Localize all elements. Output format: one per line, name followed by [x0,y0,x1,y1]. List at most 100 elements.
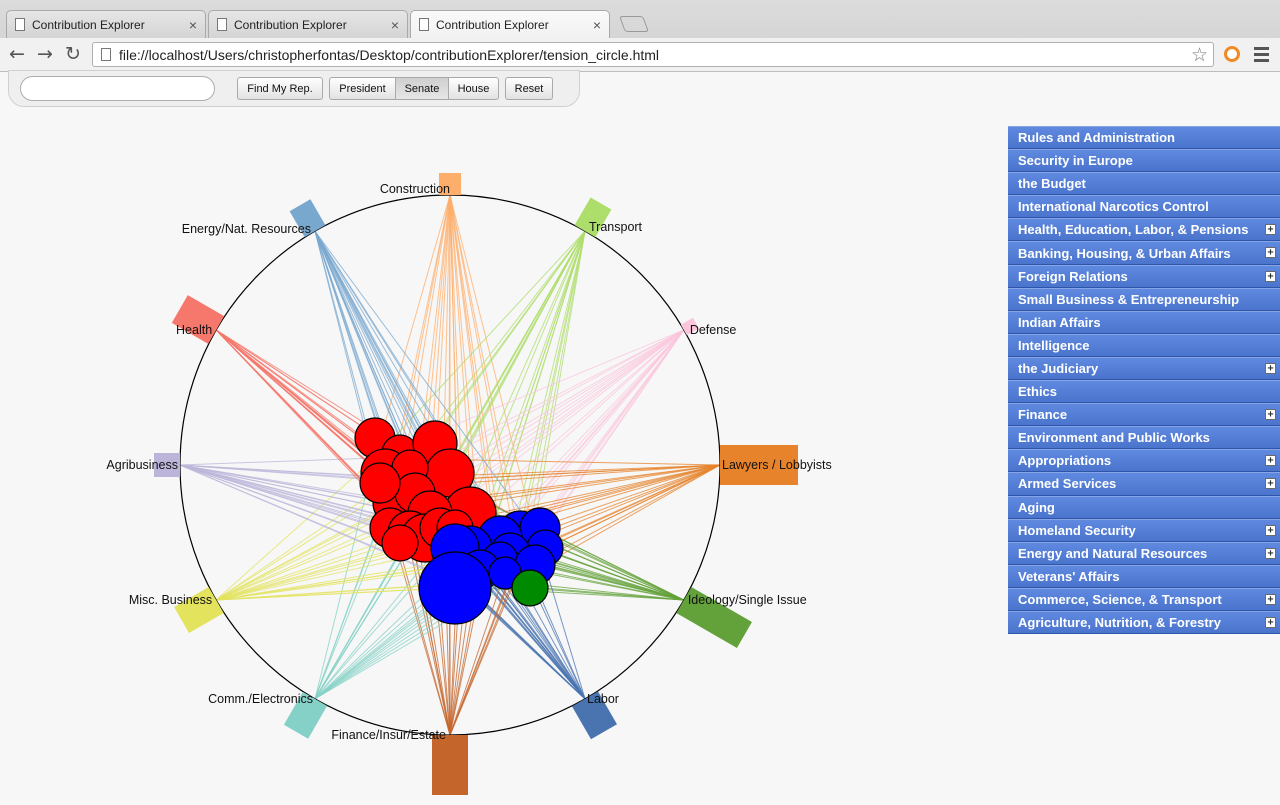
committee-item[interactable]: Energy and Natural Resources + [1008,541,1280,565]
browser-tab[interactable]: Contribution Explorer × [6,10,206,38]
committee-label: Environment and Public Works [1018,430,1210,446]
new-tab-button[interactable] [619,16,649,32]
committee-item[interactable]: Homeland Security + [1008,518,1280,542]
expand-icon[interactable]: + [1265,270,1276,282]
contribution-line [374,194,451,459]
expand-icon[interactable]: + [1265,409,1276,421]
browser-tab[interactable]: Contribution Explorer × [208,10,408,38]
sector-label: Finance/Insur/Estate [331,728,446,742]
committee-item[interactable]: Health, Education, Labor, & Pensions + [1008,218,1280,242]
expand-icon[interactable]: + [1265,224,1276,236]
committee-item[interactable]: Armed Services + [1008,472,1280,496]
expand-icon[interactable]: + [1265,455,1276,467]
committee-label: Armed Services [1018,476,1117,492]
sector-bar-rect[interactable] [432,735,468,795]
star-icon[interactable]: ☆ [1191,44,1208,66]
search-input[interactable] [20,76,215,101]
committee-label: Agriculture, Nutrition, & Forestry [1018,615,1221,631]
find-my-rep-button[interactable]: Find My Rep. [237,77,323,100]
tab-title: Contribution Explorer [234,17,347,32]
page-icon [15,18,25,31]
sector-label: Lawyers / Lobbyists [722,458,832,472]
committee-label: Intelligence [1018,337,1090,353]
page-icon [419,18,429,31]
reload-icon[interactable]: ↻ [61,42,85,66]
committee-item[interactable]: Small Business & Entrepreneurship [1008,287,1280,311]
committee-item[interactable]: Commerce, Science, & Transport + [1008,587,1280,611]
expand-icon[interactable]: + [1265,247,1276,259]
committee-label: Commerce, Science, & Transport [1018,591,1222,607]
committee-item[interactable]: Intelligence [1008,333,1280,357]
legislator-node[interactable] [418,551,492,625]
sector-label: Construction [380,182,450,196]
committee-label: Rules and Administration [1018,130,1175,146]
sector-label: Energy/Nat. Resources [182,222,311,236]
committee-item[interactable]: the Judiciary + [1008,356,1280,381]
house-button[interactable]: House [448,77,499,100]
committee-label: Aging [1018,499,1055,515]
expand-icon[interactable]: + [1265,547,1276,559]
sector-label: Misc. Business [129,593,212,607]
president-button[interactable]: President [329,77,396,100]
committee-item[interactable]: Indian Affairs [1008,310,1280,334]
committee-label: Foreign Relations [1018,268,1128,284]
committee-label: Ethics [1018,384,1058,400]
tension-circle-svg: Construction Transport Defense Lawyers / Lo… [106,173,832,795]
committee-item[interactable]: International Narcotics Control [1008,195,1280,219]
committee-item[interactable]: Environment and Public Works [1008,426,1280,450]
control-bar: Find My Rep. President Senate House Rese… [8,70,580,107]
sector-label: Comm./Electronics [208,692,313,706]
browser-tab-active[interactable]: Contribution Explorer × [410,10,610,38]
committee-label: Energy and Natural Resources [1018,545,1208,561]
senate-button[interactable]: Senate [395,77,449,100]
close-tab-icon[interactable]: × [189,18,197,32]
committee-item[interactable]: Security in Europe [1008,149,1280,173]
legislator-node[interactable] [511,569,549,607]
sector-bar[interactable] [432,735,468,795]
back-arrow-icon[interactable]: ← [5,42,29,66]
reset-button[interactable]: Reset [505,77,553,100]
sector-label: Labor [587,692,619,706]
tab-title: Contribution Explorer [32,17,145,32]
close-tab-icon[interactable]: × [593,18,601,32]
forward-arrow-icon[interactable]: → [33,42,57,66]
expand-icon[interactable]: + [1265,362,1276,374]
committee-label: Appropriations [1018,453,1112,469]
legislator-node[interactable] [381,524,419,562]
committee-item[interactable]: Foreign Relations + [1008,264,1280,288]
expand-icon[interactable]: + [1265,593,1276,605]
sector-label: Health [176,323,212,337]
committee-label: Finance [1018,407,1068,423]
committee-label: the Budget [1018,176,1086,192]
page-icon [101,48,111,61]
page-icon [217,18,227,31]
committee-item[interactable]: the Budget [1008,172,1280,196]
sector-label: Ideology/Single Issue [688,593,807,607]
committee-item[interactable]: Appropriations + [1008,449,1280,473]
committee-item[interactable]: Veterans' Affairs [1008,564,1280,588]
contribution-line [442,329,685,481]
committee-label: Indian Affairs [1018,314,1101,330]
extension-icon[interactable] [1224,46,1240,62]
committee-item[interactable]: Ethics [1008,380,1280,404]
committee-item[interactable]: Rules and Administration [1008,126,1280,150]
committee-item[interactable]: Finance + [1008,403,1280,427]
expand-icon[interactable]: + [1265,478,1276,490]
tension-circle-visualization: Construction Transport Defense Lawyers / Lo… [0,108,1000,800]
sector-label: Agribusiness [106,458,178,472]
expand-icon[interactable]: + [1265,616,1276,628]
legislator-node[interactable] [359,462,401,504]
committee-label: Security in Europe [1018,153,1133,169]
committee-label: Health, Education, Labor, & Pensions [1018,222,1249,238]
url-text: file://localhost/Users/christopherfontas… [119,46,660,63]
committee-item[interactable]: Aging [1008,495,1280,519]
sector-label: Transport [589,220,643,234]
browser-toolbar: ← → ↻ file://localhost/Users/christopher… [0,38,1280,72]
address-bar[interactable]: file://localhost/Users/christopherfontas… [92,42,1214,67]
committee-item[interactable]: Banking, Housing, & Urban Affairs + [1008,241,1280,265]
close-tab-icon[interactable]: × [391,18,399,32]
committee-item[interactable]: Agriculture, Nutrition, & Forestry + [1008,610,1280,635]
expand-icon[interactable]: + [1265,524,1276,536]
committee-label: Banking, Housing, & Urban Affairs [1018,245,1231,261]
menu-icon[interactable] [1254,47,1269,65]
